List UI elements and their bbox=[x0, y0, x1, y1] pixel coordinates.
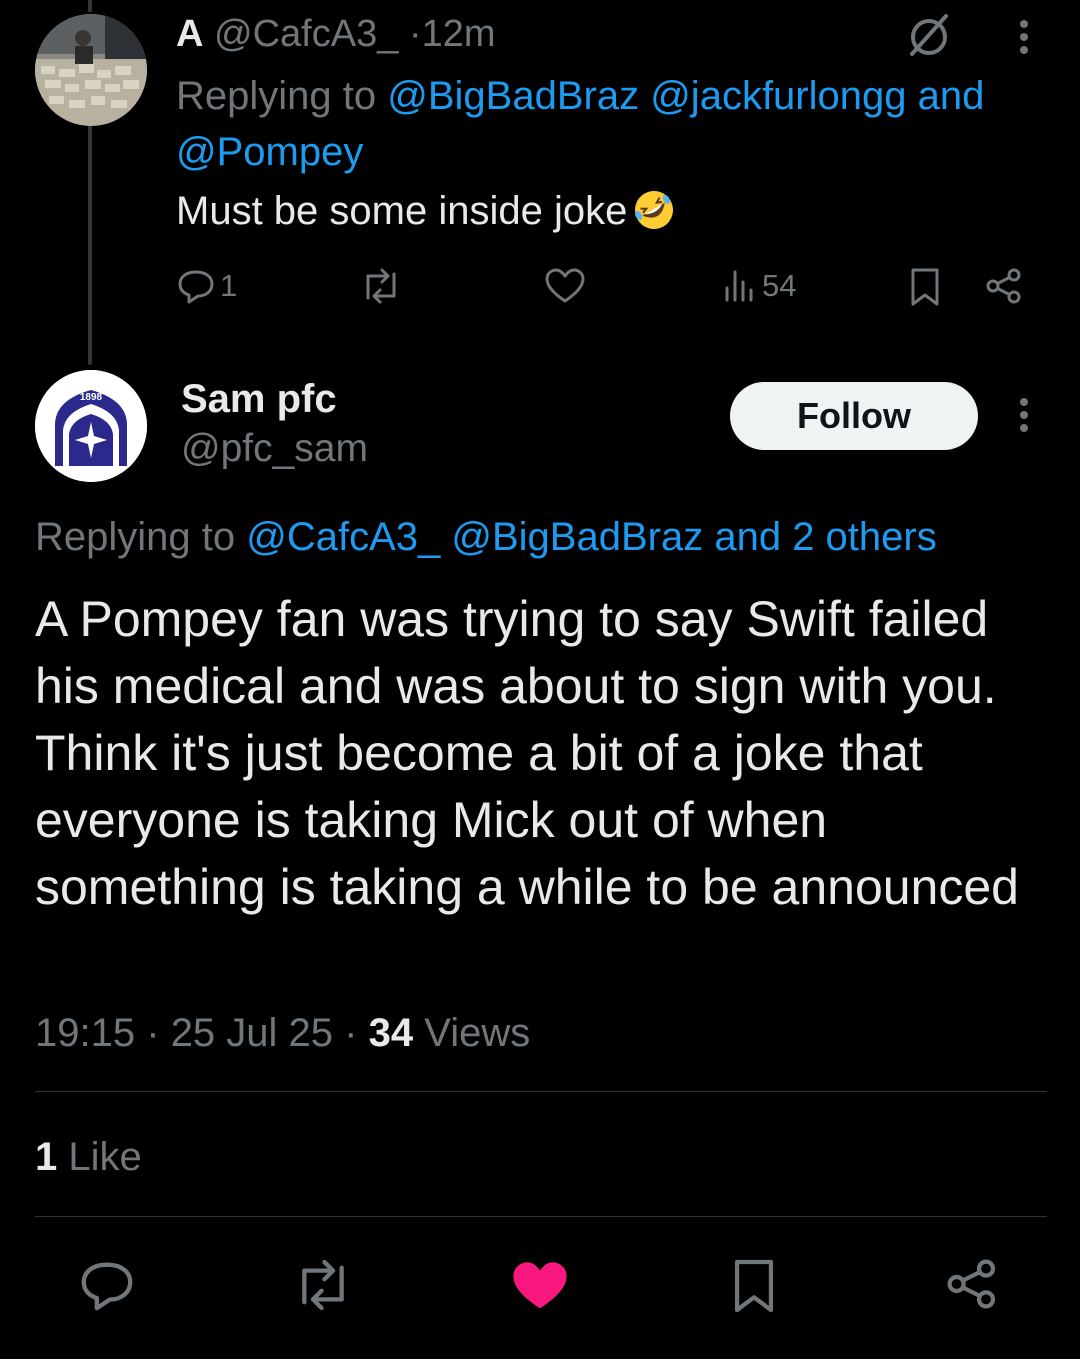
bookmark-icon bbox=[911, 268, 939, 306]
parent-views-button[interactable]: 54 bbox=[722, 266, 796, 306]
rolling-on-floor-laughing-emoji bbox=[631, 187, 677, 233]
parent-bookmark-button[interactable] bbox=[908, 266, 942, 308]
repost-button[interactable] bbox=[290, 1256, 356, 1314]
reply-button[interactable] bbox=[78, 1256, 136, 1314]
divider bbox=[35, 1091, 1047, 1092]
likes-label: Like bbox=[68, 1135, 142, 1179]
more-options-icon[interactable] bbox=[1012, 18, 1036, 63]
bookmark-icon bbox=[734, 1259, 774, 1313]
tweet-date[interactable]: 25 Jul 25 bbox=[171, 1011, 333, 1055]
main-more-options-icon[interactable] bbox=[1012, 396, 1036, 441]
views-count: 34 bbox=[368, 1011, 414, 1055]
parent-share-button[interactable] bbox=[984, 266, 1024, 306]
parent-views-count: 54 bbox=[762, 268, 797, 303]
avatar-pfc-sam[interactable]: 1898 bbox=[35, 370, 147, 482]
bookmark-button[interactable] bbox=[730, 1256, 778, 1316]
avatar-cafca3[interactable] bbox=[35, 14, 147, 126]
repost-icon bbox=[366, 268, 396, 304]
reply-icon bbox=[81, 1262, 133, 1311]
parent-reply-button[interactable]: 1 bbox=[176, 266, 237, 306]
tweet-meta: 19:15 · 25 Jul 25 · 34 Views bbox=[35, 1008, 530, 1058]
views-label: Views bbox=[424, 1011, 531, 1055]
thread-connector-line bbox=[88, 120, 92, 365]
parent-tweet-text: Must be some inside joke bbox=[176, 186, 677, 236]
meta-dot: · bbox=[344, 1011, 358, 1055]
divider bbox=[35, 1216, 1047, 1217]
main-display-name[interactable]: Sam pfc bbox=[181, 376, 337, 422]
main-replying-to-mentions[interactable]: @CafcA3_ @BigBadBraz and 2 others bbox=[246, 515, 936, 559]
main-tweet-text: A Pompey fan was trying to say Swift fai… bbox=[35, 591, 1019, 915]
meta-dot: · bbox=[146, 1011, 160, 1055]
parent-handle[interactable]: @CafcA3_ bbox=[214, 13, 398, 55]
main-replying-to-prefix: Replying to bbox=[35, 515, 236, 559]
tweet-time[interactable]: 19:15 bbox=[35, 1011, 135, 1055]
parent-tweet-text-content: Must be some inside joke bbox=[176, 189, 628, 233]
views-icon bbox=[725, 270, 753, 302]
parent-display-name[interactable]: A bbox=[176, 13, 203, 55]
grok-icon[interactable] bbox=[904, 10, 954, 65]
share-icon bbox=[986, 268, 1021, 304]
heart-filled-icon bbox=[513, 1262, 567, 1309]
separator-dot: · bbox=[408, 13, 422, 55]
replying-to-prefix: Replying to bbox=[176, 74, 377, 118]
repost-icon bbox=[302, 1259, 344, 1311]
likes-count: 1 bbox=[35, 1135, 58, 1179]
main-handle[interactable]: @pfc_sam bbox=[181, 426, 368, 472]
avatar-badge-text: 1898 bbox=[80, 392, 103, 403]
parent-time[interactable]: 12m bbox=[422, 13, 496, 55]
parent-reply-count: 1 bbox=[220, 268, 238, 303]
heart-icon bbox=[545, 268, 585, 303]
follow-button[interactable]: Follow bbox=[730, 382, 978, 450]
likes-summary[interactable]: 1 Like bbox=[35, 1132, 142, 1182]
share-icon bbox=[947, 1259, 996, 1309]
parent-replying-to: Replying to @BigBadBraz @jackfurlongg an… bbox=[176, 68, 1046, 180]
main-replying-to: Replying to @CafcA3_ @BigBadBraz and 2 o… bbox=[35, 512, 937, 562]
thread-connector-top bbox=[88, 0, 92, 12]
parent-repost-button[interactable] bbox=[358, 266, 404, 306]
reply-icon bbox=[178, 270, 214, 304]
like-button[interactable] bbox=[510, 1258, 570, 1314]
share-button[interactable] bbox=[944, 1256, 1000, 1312]
parent-like-button[interactable] bbox=[544, 266, 586, 306]
parent-tweet-header: A @CafcA3_ ·12m bbox=[176, 12, 495, 56]
